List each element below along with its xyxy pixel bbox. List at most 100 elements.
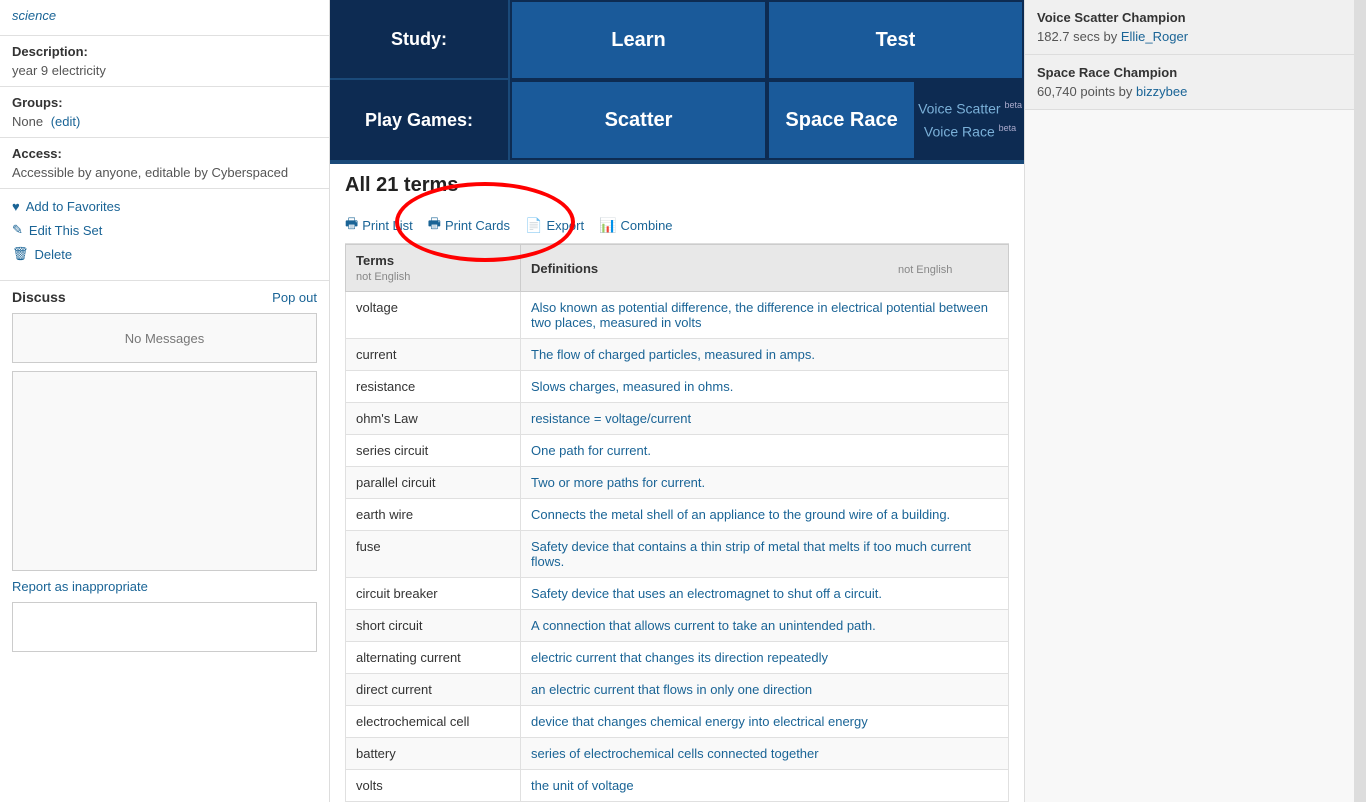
def-cell: electric current that changes its direct… <box>521 642 1009 674</box>
delete-button[interactable]: 🗑 Delete <box>12 246 317 262</box>
pencil-icon: ✎ <box>12 222 23 238</box>
print-cards-icon: 🖶 <box>428 213 441 237</box>
table-row: circuit breakerSafety device that uses a… <box>346 578 1009 610</box>
trash-icon: 🗑 <box>12 246 29 262</box>
access-label: Access: <box>12 146 317 161</box>
export-icon: 📄 <box>525 217 542 234</box>
table-row: voltageAlso known as potential differenc… <box>346 292 1009 339</box>
def-cell: The flow of charged particles, measured … <box>521 339 1009 371</box>
print-cards-button[interactable]: 🖶 Print Cards <box>428 213 510 237</box>
description-value: year 9 electricity <box>12 63 317 78</box>
def-cell: Also known as potential difference, the … <box>521 292 1009 339</box>
table-row: short circuitA connection that allows cu… <box>346 610 1009 642</box>
scatter-button[interactable]: Scatter <box>510 80 767 160</box>
space-race-user-link[interactable]: bizzybee <box>1136 84 1187 99</box>
sidebar-actions: ♥ Add to Favorites ✎ Edit This Set 🗑 Del… <box>0 189 329 281</box>
print-list-button[interactable]: 🖶 Print List <box>345 213 413 237</box>
term-cell: resistance <box>346 371 521 403</box>
groups-value: None (edit) <box>12 114 317 129</box>
term-cell: current <box>346 339 521 371</box>
access-section: Access: Accessible by anyone, editable b… <box>0 138 329 189</box>
term-cell: voltage <box>346 292 521 339</box>
main-content: Study: Learn Test Play Games: Scatter Sp… <box>330 0 1024 802</box>
test-button[interactable]: Test <box>767 0 1024 80</box>
space-race-champion-title: Space Race Champion <box>1037 65 1342 80</box>
table-row: fuseSafety device that contains a thin s… <box>346 531 1009 578</box>
print-list-icon: 🖶 <box>345 213 358 237</box>
center-right-area: Study: Learn Test Play Games: Scatter Sp… <box>330 0 1366 802</box>
space-race-button[interactable]: Space Race <box>767 80 916 160</box>
def-cell: Two or more paths for current. <box>521 467 1009 499</box>
groups-edit-link[interactable]: (edit) <box>51 114 81 129</box>
scrollbar[interactable] <box>1354 0 1366 802</box>
combine-button[interactable]: 📊 Combine <box>599 217 672 234</box>
term-cell: parallel circuit <box>346 467 521 499</box>
add-favorites-label: Add to Favorites <box>26 199 121 214</box>
discuss-header: Discuss Pop out <box>12 289 317 305</box>
def-cell: A connection that allows current to take… <box>521 610 1009 642</box>
defs-column-header: Definitions not English <box>521 245 1009 292</box>
pop-out-link[interactable]: Pop out <box>272 290 317 305</box>
groups-label: Groups: <box>12 95 317 110</box>
right-panel: Voice Scatter Champion 182.7 secs by Ell… <box>1024 0 1354 802</box>
play-label: Play Games: <box>330 80 510 160</box>
voice-race-beta: beta <box>999 123 1017 133</box>
voice-scatter-link[interactable]: Voice Scatter beta <box>918 100 1022 117</box>
description-section: Description: year 9 electricity <box>0 36 329 87</box>
delete-label: Delete <box>35 247 73 262</box>
space-race-score: 60,740 points by <box>1037 84 1132 99</box>
term-cell: ohm's Law <box>346 403 521 435</box>
voice-scatter-champion-title: Voice Scatter Champion <box>1037 10 1342 25</box>
term-cell: direct current <box>346 674 521 706</box>
term-cell: circuit breaker <box>346 578 521 610</box>
term-cell: earth wire <box>346 499 521 531</box>
print-list-label: Print List <box>362 218 413 233</box>
study-area: Study: Learn Test Play Games: Scatter Sp… <box>330 0 1024 164</box>
add-favorites-button[interactable]: ♥ Add to Favorites <box>12 199 317 214</box>
voice-scatter-champion-section: Voice Scatter Champion 182.7 secs by Ell… <box>1025 0 1354 55</box>
terms-section: All 21 terms 🖶 Print List 🖶 Print Cards … <box>330 164 1024 802</box>
voice-scatter-user-link[interactable]: Ellie_Roger <box>1121 29 1188 44</box>
description-label: Description: <box>12 44 317 59</box>
voice-race-link[interactable]: Voice Race beta <box>924 123 1016 140</box>
term-cell: volts <box>346 770 521 802</box>
def-cell: Safety device that uses an electromagnet… <box>521 578 1009 610</box>
discuss-empty-area <box>12 371 317 571</box>
table-row: direct currentan electric current that f… <box>346 674 1009 706</box>
export-button[interactable]: 📄 Export <box>525 217 584 234</box>
comment-input[interactable] <box>12 602 317 652</box>
terms-header: All 21 terms <box>345 174 1009 197</box>
term-cell: alternating current <box>346 642 521 674</box>
def-cell: resistance = voltage/current <box>521 403 1009 435</box>
def-cell: the unit of voltage <box>521 770 1009 802</box>
report-link[interactable]: Report as inappropriate <box>12 579 317 594</box>
table-row: voltsthe unit of voltage <box>346 770 1009 802</box>
toolbar-wrapper: 🖶 Print List 🖶 Print Cards 📄 Export <box>345 207 1009 244</box>
space-race-champion-section: Space Race Champion 60,740 points by biz… <box>1025 55 1354 110</box>
voice-options: Voice Scatter beta Voice Race beta <box>916 80 1024 160</box>
voice-scatter-beta: beta <box>1004 100 1022 110</box>
discuss-section: Discuss Pop out No Messages Report as in… <box>0 281 329 660</box>
def-cell: series of electrochemical cells connecte… <box>521 738 1009 770</box>
groups-none: None <box>12 114 43 129</box>
term-cell: fuse <box>346 531 521 578</box>
discuss-title: Discuss <box>12 289 66 305</box>
science-link[interactable]: science <box>12 8 317 23</box>
def-cell: device that changes chemical energy into… <box>521 706 1009 738</box>
table-row: series circuitOne path for current. <box>346 435 1009 467</box>
combine-icon: 📊 <box>599 217 616 234</box>
terms-toolbar: 🖶 Print List 🖶 Print Cards 📄 Export <box>345 207 1009 244</box>
study-label: Study: <box>330 0 510 80</box>
def-cell: One path for current. <box>521 435 1009 467</box>
page-wrapper: science Description: year 9 electricity … <box>0 0 1366 802</box>
science-section: science <box>0 0 329 36</box>
left-sidebar: science Description: year 9 electricity … <box>0 0 330 802</box>
def-cell: Slows charges, measured in ohms. <box>521 371 1009 403</box>
edit-set-button[interactable]: ✎ Edit This Set <box>12 222 317 238</box>
terms-table: Terms not English Definitions <box>345 244 1009 802</box>
edit-set-label: Edit This Set <box>29 223 102 238</box>
table-row: resistanceSlows charges, measured in ohm… <box>346 371 1009 403</box>
term-cell: electrochemical cell <box>346 706 521 738</box>
def-cell: Safety device that contains a thin strip… <box>521 531 1009 578</box>
learn-button[interactable]: Learn <box>510 0 767 80</box>
